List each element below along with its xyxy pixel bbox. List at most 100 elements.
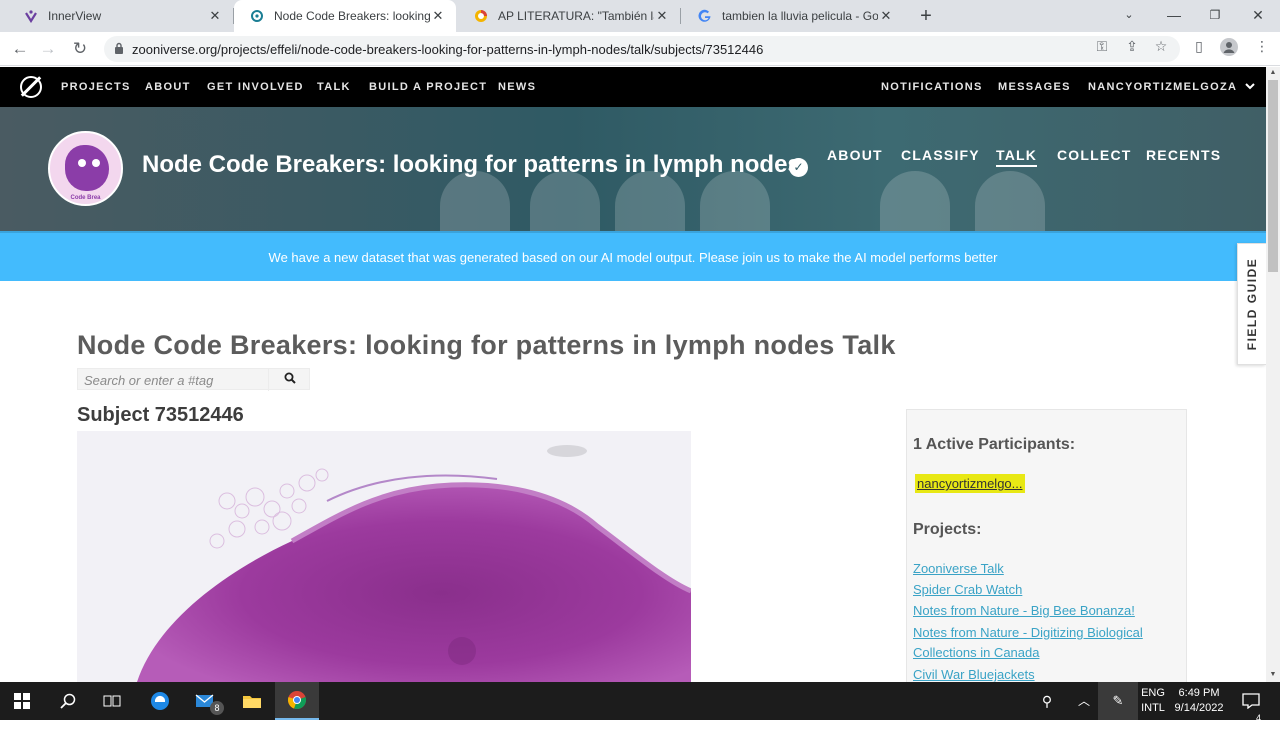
project-nav-about[interactable]: ABOUT: [827, 147, 883, 163]
nav-talk[interactable]: TALK: [317, 67, 351, 107]
back-arrow-icon[interactable]: ←: [8, 37, 32, 61]
mail-unread-badge: 8: [210, 701, 224, 715]
project-nav-talk[interactable]: TALK: [996, 147, 1038, 167]
search-icon[interactable]: [268, 369, 311, 391]
language-label: ENG: [1141, 687, 1165, 699]
project-title[interactable]: Node Code Breakers: looking for patterns…: [142, 151, 801, 179]
project-link[interactable]: Zooniverse Talk: [913, 561, 1004, 576]
avatar-label: Code Brea: [70, 195, 101, 201]
tab-title: Node Code Breakers: looking for: [274, 9, 430, 23]
scroll-down-arrow-icon[interactable]: ▼: [1266, 669, 1280, 681]
browser-tab-innerview[interactable]: InnerView ✕: [8, 0, 233, 32]
classroom-icon: [474, 9, 488, 23]
window-close-icon[interactable]: ✕: [1236, 0, 1280, 32]
project-avatar[interactable]: Code Brea: [48, 131, 123, 206]
project-link[interactable]: Notes from Nature - Big Bee Bonanza!: [913, 603, 1135, 618]
participant-link[interactable]: nancyortizmelgo...: [915, 474, 1025, 493]
clock-time: 6:49 PM: [1178, 687, 1220, 699]
share-icon[interactable]: ⇪: [1122, 38, 1142, 55]
nav-notifications[interactable]: NOTIFICATIONS: [881, 67, 983, 107]
nav-messages[interactable]: MESSAGES: [998, 67, 1071, 107]
mail-icon[interactable]: 8: [184, 682, 228, 720]
edge-browser-icon[interactable]: [138, 682, 182, 720]
reload-icon[interactable]: ↻: [68, 37, 92, 61]
scroll-up-arrow-icon[interactable]: ▲: [1266, 67, 1280, 79]
side-panel-icon[interactable]: ▯: [1189, 38, 1209, 55]
file-explorer-folder-icon[interactable]: [230, 682, 274, 720]
forward-arrow-icon[interactable]: →: [36, 37, 60, 61]
browser-toolbar: ← → ↻ zooniverse.org/projects/effeli/nod…: [0, 32, 1280, 66]
close-icon[interactable]: ✕: [878, 8, 894, 24]
zooniverse-logo-icon[interactable]: [20, 76, 42, 98]
subject-title: Subject 73512446: [77, 404, 244, 426]
project-hero-banner: Code Brea Node Code Breakers: looking fo…: [0, 107, 1266, 231]
browser-tab-ap-literatura[interactable]: AP LITERATURA: "También la lluvi ✕: [458, 0, 680, 32]
address-bar[interactable]: zooniverse.org/projects/effeli/node-code…: [104, 36, 1180, 62]
background-decoration: [615, 171, 685, 231]
profile-avatar-icon[interactable]: [1219, 38, 1239, 59]
browser-tab-zooniverse[interactable]: Node Code Breakers: looking for ✕: [234, 0, 456, 32]
talk-search-form: [77, 368, 311, 391]
tab-title: InnerView: [48, 9, 102, 23]
search-icon[interactable]: [46, 682, 90, 720]
close-icon[interactable]: ✕: [207, 8, 223, 24]
background-decoration: [700, 171, 770, 231]
talk-search-input[interactable]: [84, 371, 264, 389]
project-nav-classify[interactable]: CLASSIFY: [901, 147, 980, 163]
chrome-browser-icon[interactable]: [275, 682, 319, 720]
pen-icon[interactable]: ✎: [1098, 682, 1138, 720]
project-nav-recents[interactable]: RECENTS: [1146, 147, 1221, 163]
close-icon[interactable]: ✕: [654, 8, 670, 24]
people-icon[interactable]: ⚲: [1034, 682, 1060, 720]
nav-about[interactable]: ABOUT: [145, 67, 191, 107]
talk-sidebar: 1 Active Participants: nancyortizmelgo..…: [906, 409, 1187, 682]
bookmark-star-icon[interactable]: ☆: [1151, 38, 1171, 55]
close-icon[interactable]: ✕: [430, 8, 446, 24]
project-link[interactable]: Civil War Bluejackets: [913, 667, 1035, 682]
nav-news[interactable]: NEWS: [498, 67, 536, 107]
tab-search-chevron-down-icon[interactable]: ⌄: [1107, 0, 1151, 32]
clock-date: 9/14/2022: [1174, 702, 1224, 714]
field-guide-button[interactable]: FIELD GUIDE: [1237, 243, 1266, 365]
windows-taskbar: 8 ⚲ ︿ ✎ ENG INTL 6:49 PM 9/14/2022 4: [0, 682, 1280, 723]
project-link[interactable]: Notes from Nature - Digitizing Biologica…: [913, 625, 1143, 640]
project-nav-collect[interactable]: COLLECT: [1057, 147, 1132, 163]
kebab-menu-icon[interactable]: ⋮: [1252, 38, 1272, 55]
windows-start-icon[interactable]: [0, 682, 44, 720]
chevron-up-icon[interactable]: ︿: [1072, 682, 1096, 720]
language-layout-label: INTL: [1141, 702, 1165, 714]
zooniverse-icon: [250, 9, 264, 23]
notification-center-icon[interactable]: 4: [1236, 682, 1266, 723]
scrollbar-thumb[interactable]: [1268, 80, 1278, 272]
tab-title: AP LITERATURA: "También la lluvi: [498, 9, 654, 23]
background-decoration: [975, 171, 1045, 231]
subject-image[interactable]: [77, 431, 691, 682]
task-view-icon[interactable]: [90, 682, 134, 720]
project-link[interactable]: Collections in Canada: [913, 645, 1039, 660]
tab-title: tambien la lluvia pelicula - Googl: [722, 9, 878, 23]
browser-tab-google-search[interactable]: tambien la lluvia pelicula - Googl ✕: [682, 0, 904, 32]
browser-tab-strip: InnerView ✕ Node Code Breakers: looking …: [0, 0, 1280, 32]
google-icon: [698, 9, 712, 23]
restore-icon[interactable]: ❐: [1193, 0, 1237, 32]
clock[interactable]: 6:49 PM 9/14/2022: [1168, 682, 1230, 720]
nav-projects[interactable]: PROJECTS: [61, 67, 131, 107]
background-decoration: [880, 171, 950, 231]
new-tab-plus-icon[interactable]: +: [914, 4, 938, 28]
zooniverse-top-nav: PROJECTS ABOUT GET INVOLVED TALK BUILD A…: [0, 67, 1266, 107]
field-guide-label: FIELD GUIDE: [1245, 257, 1259, 351]
participants-heading: 1 Active Participants:: [913, 436, 1076, 453]
project-link[interactable]: Spider Crab Watch: [913, 582, 1022, 597]
language-indicator[interactable]: ENG INTL: [1138, 682, 1168, 720]
user-menu[interactable]: NANCYORTIZMELGOZA: [1088, 67, 1255, 107]
innerview-icon: [24, 9, 38, 23]
nav-build-a-project[interactable]: BUILD A PROJECT: [369, 67, 487, 107]
background-decoration: [530, 171, 600, 231]
background-decoration: [440, 171, 510, 231]
projects-heading: Projects:: [913, 521, 982, 538]
key-icon[interactable]: ⚿: [1092, 38, 1112, 55]
minimize-icon[interactable]: —: [1152, 0, 1196, 32]
announcement-banner: We have a new dataset that was generated…: [0, 231, 1266, 281]
lock-icon: [114, 42, 126, 57]
nav-get-involved[interactable]: GET INVOLVED: [207, 67, 304, 107]
